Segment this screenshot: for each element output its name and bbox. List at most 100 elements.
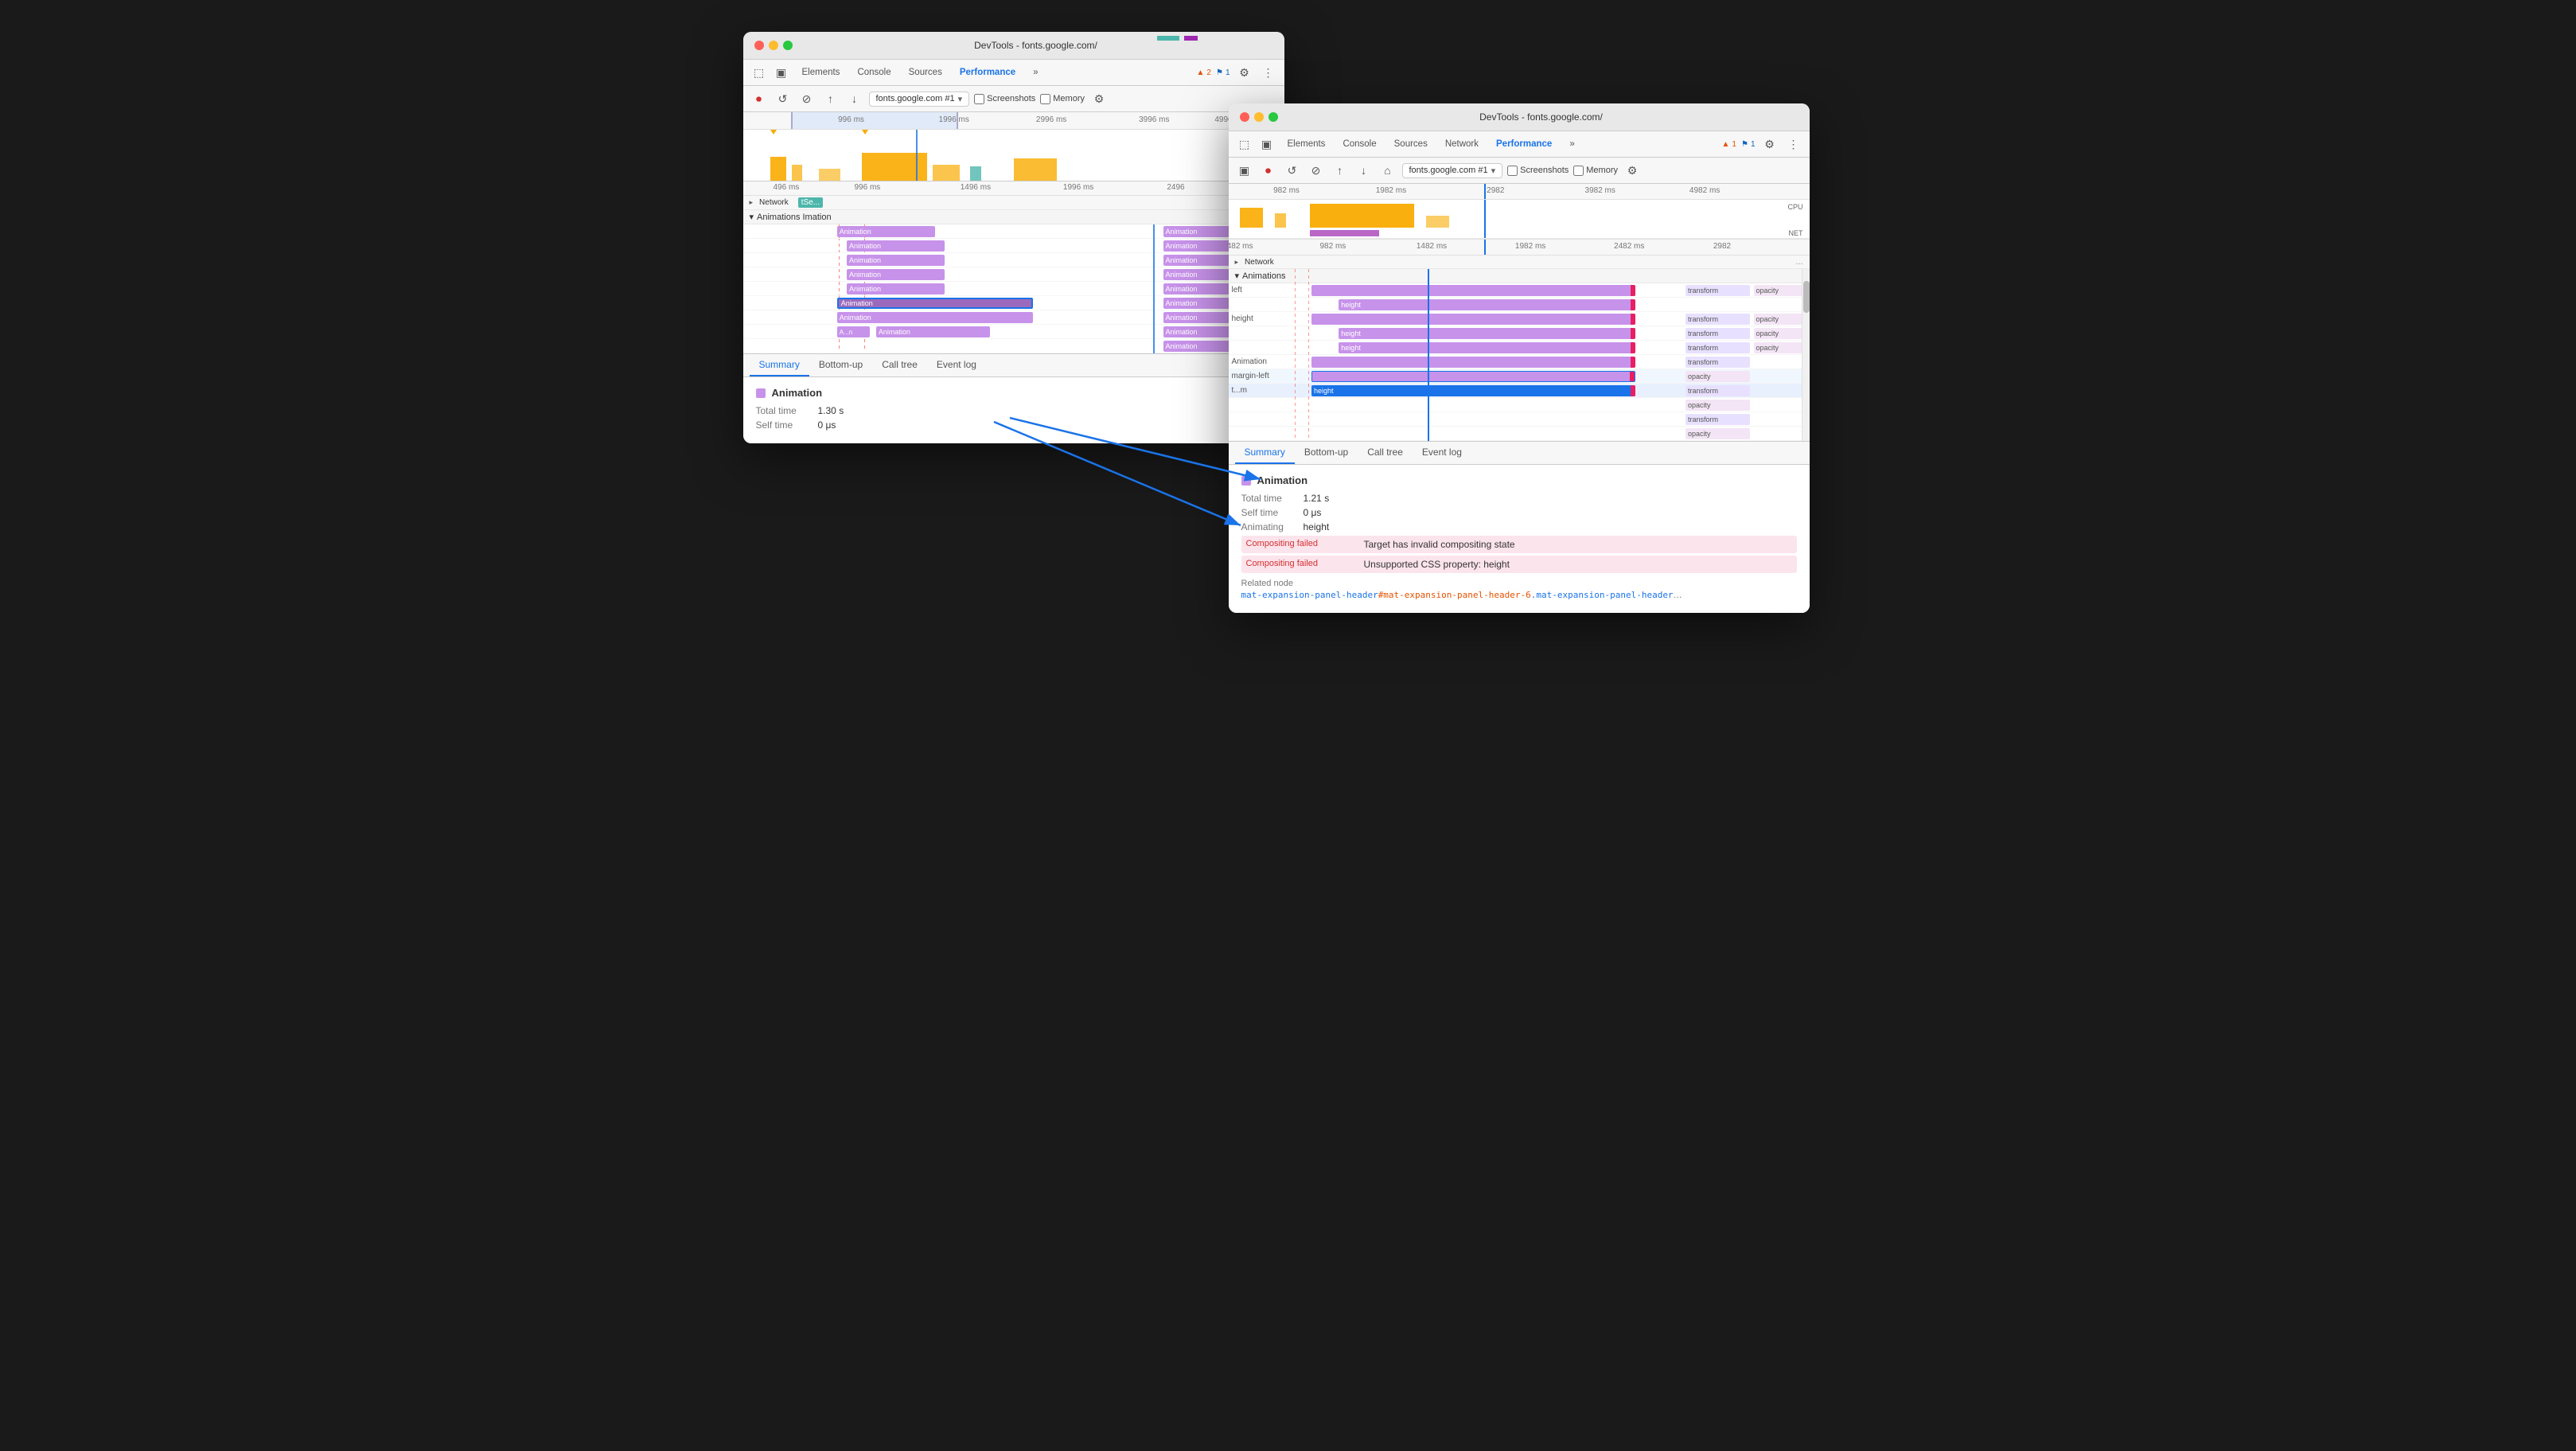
node-link-part2[interactable]: #mat-expansion-panel-header-6 [1378,590,1531,600]
tab-performance-2[interactable]: Performance [1488,136,1560,152]
url-dropdown-icon[interactable]: ▾ [958,94,963,104]
url-chip-1[interactable]: fonts.google.com #1 ▾ [869,92,970,107]
scrollbar-thumb-2[interactable] [1803,281,1810,313]
settings-icon-1[interactable]: ⚙ [1235,63,1254,82]
tab-more-1[interactable]: » [1025,64,1046,80]
node-link-part1[interactable]: mat-expansion-panel-header [1241,590,1378,600]
node-link-ellipsis: … [1674,591,1682,600]
toolbar-right-2: ▲ 1 ⚑ 1 ⚙ ⋮ [1722,135,1803,154]
more-icon-2[interactable]: ⋮ [1784,135,1803,154]
upload-icon-1[interactable]: ↑ [821,89,840,108]
tab-sources-2[interactable]: Sources [1386,136,1436,152]
maximize-button-2[interactable] [1269,112,1278,122]
sidebar-icon-2[interactable]: ▣ [1235,161,1254,180]
timeline-chart-1[interactable] [743,130,1284,181]
anim-row-animation[interactable]: Animation transform [1229,355,1810,369]
compositing-failed-row-1: Compositing failed Target has invalid co… [1241,536,1797,553]
tab-more-2[interactable]: » [1561,136,1582,152]
devtools-window-1: DevTools - fonts.google.com/ ⬚ ▣ Element… [743,32,1284,443]
tab-summary-1[interactable]: Summary [750,354,809,376]
tab-bottomup-2[interactable]: Bottom-up [1295,442,1358,464]
network-expand-2[interactable]: ▸ [1235,258,1239,267]
reload-icon-1[interactable]: ↺ [774,89,793,108]
settings-icon-2b[interactable]: ⚙ [1623,161,1642,180]
compositing-failed-row-2: Compositing failed Unsupported CSS prope… [1241,556,1797,573]
tab-performance-1[interactable]: Performance [952,64,1023,80]
timeline-area-2[interactable]: 982 ms 1982 ms 2982 3982 ms 4982 ms CPU [1229,184,1810,255]
more-icon-1[interactable]: ⋮ [1259,63,1278,82]
tab-elements-1[interactable]: Elements [794,64,848,80]
node-link-part3[interactable]: .mat-expansion-panel-header [1531,590,1674,600]
url-dropdown-icon-2[interactable]: ▾ [1491,166,1496,176]
tab-console-2[interactable]: Console [1335,136,1384,152]
reload-icon-2[interactable]: ↺ [1283,161,1302,180]
flame-row-3[interactable]: Animation Animation [743,253,1284,267]
close-button-2[interactable] [1240,112,1249,122]
screenshots-check-2[interactable] [1507,166,1518,176]
summary-title-1: Animation [756,387,1272,399]
screenshots-checkbox-2[interactable]: Screenshots [1507,166,1569,176]
tab-summary-2[interactable]: Summary [1235,442,1295,464]
tab-sources-1[interactable]: Sources [901,64,950,80]
animations-header-1[interactable]: ▾ Animations Imation [743,210,1284,224]
anim-row-left[interactable]: left transform opacity [1229,283,1810,298]
tab-console-1[interactable]: Console [849,64,898,80]
summary-anim-title-2: Animation [1257,474,1308,486]
flame-row-1[interactable]: Animation Animation [743,224,1284,239]
download-icon-1[interactable]: ↓ [845,89,864,108]
record-icon-1[interactable]: ⏺ [750,89,769,108]
title-bar-2: DevTools - fonts.google.com/ [1229,103,1810,131]
flame-row-4[interactable]: Animation Animation [743,267,1284,282]
memory-checkbox-2[interactable]: Memory [1573,166,1618,176]
settings-icon-1b[interactable]: ⚙ [1089,89,1109,108]
flame-row-2[interactable]: Animation Animation [743,239,1284,253]
tab-calltree-1[interactable]: Call tree [872,354,927,376]
device-icon-2[interactable]: ▣ [1257,135,1276,154]
upload-icon-2[interactable]: ↑ [1331,161,1350,180]
network-expand-1[interactable]: ▸ [750,198,754,207]
device-icon[interactable]: ▣ [772,63,791,82]
flame-row-selected[interactable]: Animation Animation [743,296,1284,310]
screenshots-checkbox-1[interactable]: Screenshots [974,94,1035,104]
memory-checkbox-1[interactable]: Memory [1040,94,1085,104]
tab-calltree-2[interactable]: Call tree [1358,442,1413,464]
clear-icon-1[interactable]: ⊘ [797,89,816,108]
settings-icon-2[interactable]: ⚙ [1760,135,1779,154]
flame-row-7[interactable]: Animation Animation [743,310,1284,325]
toolbar-2: ⬚ ▣ Elements Console Sources Network Per… [1229,131,1810,158]
flame-row-5[interactable]: Animation Animation [743,282,1284,296]
anim-row-opacity1[interactable]: opacity [1229,398,1810,412]
home-icon-2[interactable]: ⌂ [1378,161,1397,180]
tab-elements-2[interactable]: Elements [1280,136,1334,152]
anim-row-height4[interactable]: height transform opacity [1229,341,1810,355]
memory-check-2[interactable] [1573,166,1584,176]
anim-row-height2[interactable]: height transform opacity [1229,312,1810,326]
tab-network-2[interactable]: Network [1437,136,1487,152]
flame-row-8[interactable]: A...n Animation Animation [743,325,1284,339]
anim-row-height1[interactable]: height [1229,298,1810,312]
minimize-button-2[interactable] [1254,112,1264,122]
anim-row-opacity2[interactable]: opacity [1229,427,1810,441]
memory-check-1[interactable] [1040,94,1050,104]
anim-row-height3[interactable]: height transform opacity [1229,326,1810,341]
ruler-1496: 1496 ms [961,183,991,192]
anim-row-margin-left[interactable]: margin-left opacity [1229,369,1810,384]
inspect-icon[interactable]: ⬚ [750,63,769,82]
download-icon-2[interactable]: ↓ [1354,161,1374,180]
scrollbar-2[interactable] [1802,269,1810,441]
minimize-button-1[interactable] [769,41,778,50]
inspect-icon-2[interactable]: ⬚ [1235,135,1254,154]
screenshots-check-1[interactable] [974,94,984,104]
close-button-1[interactable] [754,41,764,50]
tab-eventlog-2[interactable]: Event log [1413,442,1471,464]
selected-bar-text: Animation [841,299,873,307]
anim-row-transform[interactable]: transform [1229,412,1810,427]
animations-header-2[interactable]: ▾ Animations [1229,269,1810,283]
url-chip-2[interactable]: fonts.google.com #1 ▾ [1402,163,1503,178]
tab-eventlog-1[interactable]: Event log [927,354,986,376]
tab-bottomup-1[interactable]: Bottom-up [809,354,872,376]
maximize-button-1[interactable] [783,41,793,50]
anim-row-t-m[interactable]: t...m height transform [1229,384,1810,398]
record-icon-2[interactable]: ⏺ [1259,161,1278,180]
clear-icon-2[interactable]: ⊘ [1307,161,1326,180]
